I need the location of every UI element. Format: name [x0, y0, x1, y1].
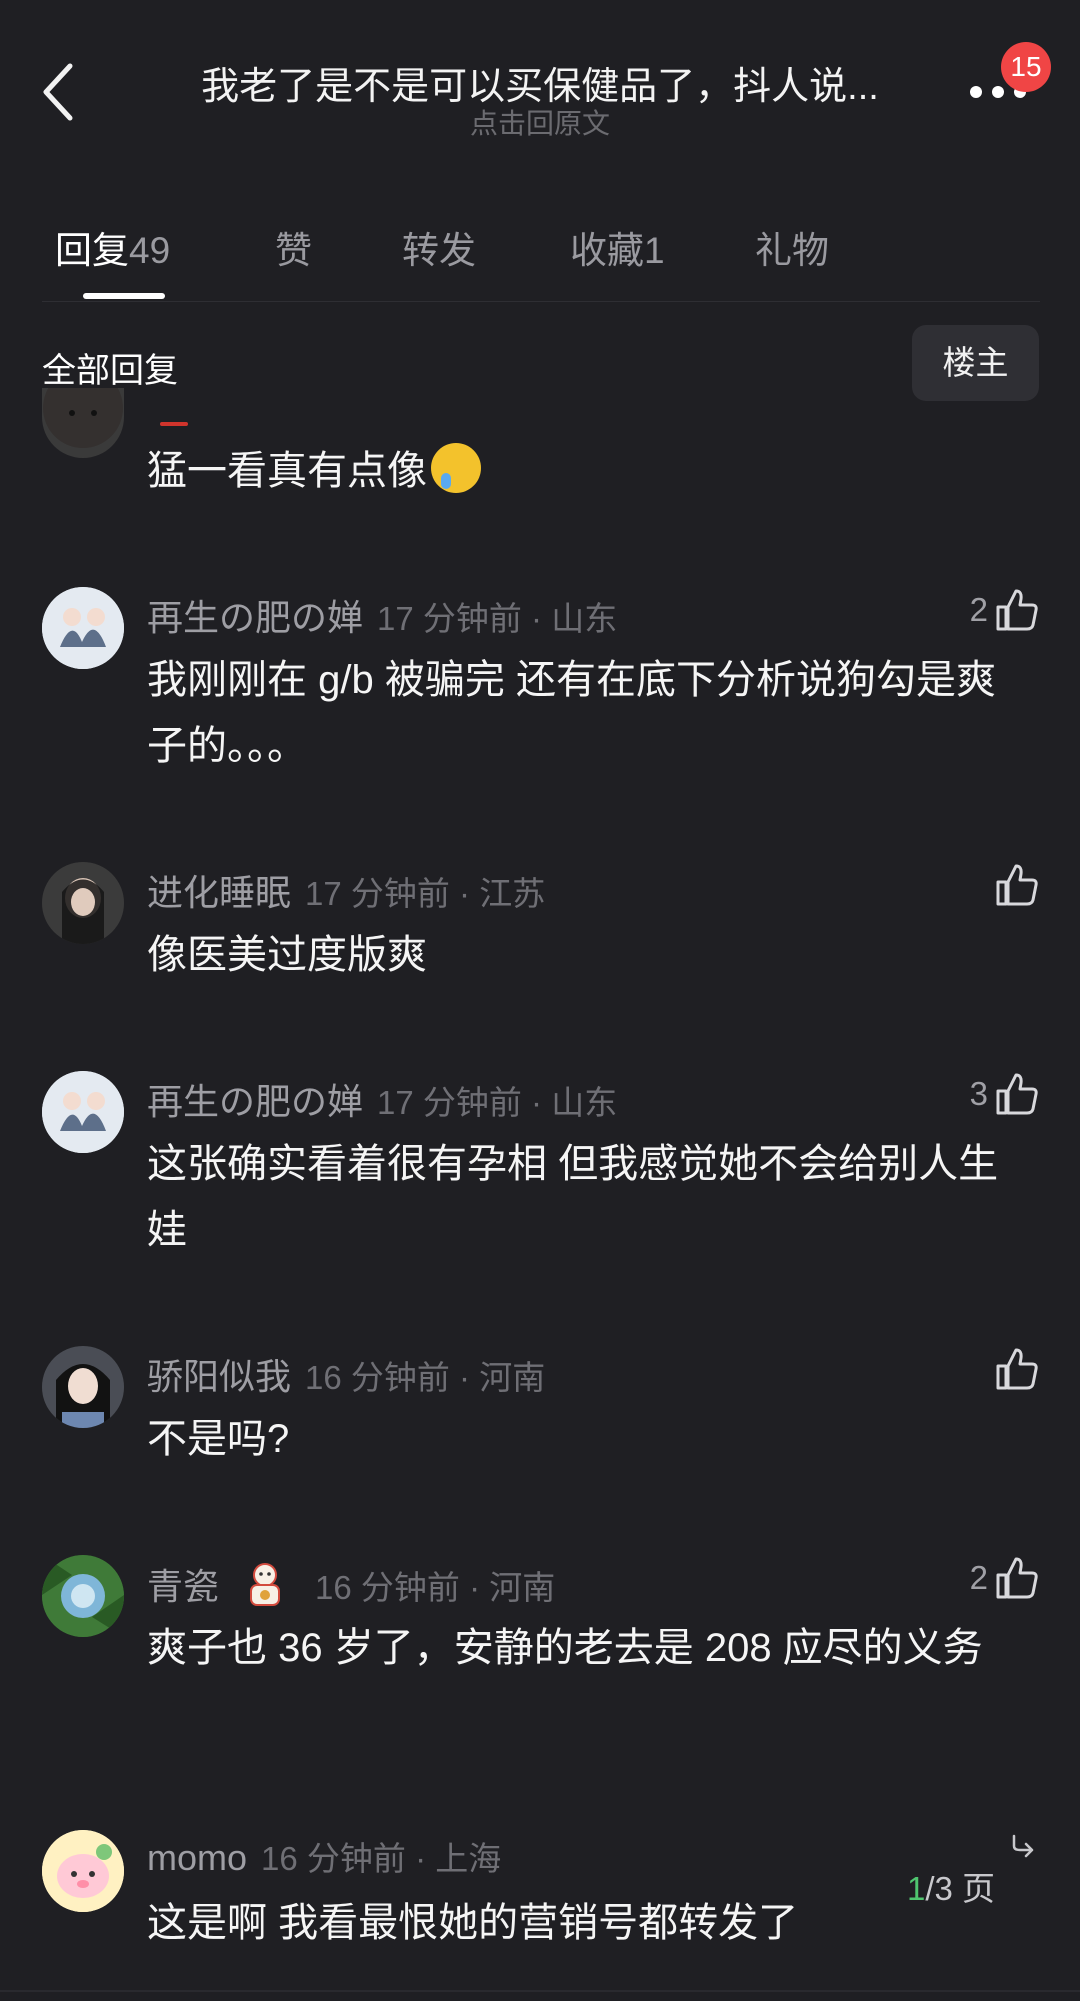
avatar[interactable]	[42, 1555, 124, 1637]
avatar[interactable]	[42, 1830, 124, 1912]
comment-meta: 16 分钟前 · 上海	[261, 1840, 502, 1877]
comment-text: 不是吗?	[147, 1417, 290, 1461]
comment-author-line: 青瓷 16 分钟前 · 河南	[147, 1557, 555, 1610]
like-button[interactable]: 2	[970, 1553, 1040, 1603]
tab-label: 赞	[275, 230, 312, 271]
comment-text: 像医美过度版爽	[147, 933, 427, 977]
comment-meta: 17 分钟前 · 山东	[377, 1084, 618, 1121]
comment-meta: 16 分钟前 · 河南	[305, 1359, 546, 1396]
thumbs-up-icon	[996, 864, 1038, 906]
tab-reposts[interactable]: 转发	[402, 220, 476, 274]
like-button[interactable]	[994, 1344, 1040, 1394]
tab-favorites[interactable]: 收藏1	[570, 220, 665, 274]
tab-label: 转发	[402, 230, 476, 271]
username[interactable]: 青瓷	[147, 1566, 219, 1607]
username[interactable]: 再生の肥の婵	[147, 597, 363, 638]
username[interactable]: 再生の肥の婵	[147, 1081, 363, 1122]
thumbs-up-icon	[996, 589, 1038, 631]
comment-meta: 17 分钟前 · 江苏	[305, 875, 546, 912]
active-tab-indicator	[83, 293, 165, 299]
notification-badge: 15	[1001, 42, 1051, 92]
comment-text: 这是啊 我看最恨她的营销号都转发了	[147, 1901, 799, 1945]
comment-meta: 17 分钟前 · 山东	[377, 600, 618, 637]
tab-count: 49	[129, 230, 171, 271]
comment-text: 爽子也 36 岁了，安静的老去是 208 应尽的义务	[147, 1626, 983, 1670]
tab-gifts[interactable]: 礼物	[755, 220, 829, 274]
like-button[interactable]: 2	[970, 585, 1040, 635]
comment-author-line: 进化睡眠 17 分钟前 · 江苏	[147, 864, 545, 916]
comment-text: 我刚刚在 g/b 被骗完 还有在底下分析说狗勾是爽子的。。。	[147, 658, 996, 768]
comment-author-line: 骄阳似我 16 分钟前 · 河南	[147, 1348, 545, 1400]
all-replies-label: 全部回复	[42, 352, 178, 390]
tab-replies[interactable]: 回复49	[55, 220, 170, 274]
reply-arrow-icon[interactable]	[1008, 1832, 1038, 1862]
thumbs-up-icon	[996, 1348, 1038, 1390]
avatar[interactable]	[42, 388, 124, 458]
comment-text: 猛一看真有点像	[147, 438, 1027, 504]
owner-only-button[interactable]: 楼主	[912, 325, 1039, 401]
tab-likes[interactable]: 赞	[275, 220, 312, 274]
comment-meta: 16 分钟前 · 河南	[315, 1569, 556, 1606]
divider	[0, 1990, 1080, 1992]
cartoon-badge-icon	[250, 1563, 281, 1606]
like-button[interactable]	[994, 860, 1040, 910]
like-count: 2	[969, 1559, 988, 1596]
username[interactable]: 骄阳似我	[147, 1356, 291, 1397]
back-to-original-link[interactable]: 点击回原文	[150, 102, 930, 142]
like-button[interactable]: 3	[970, 1069, 1040, 1119]
thumbs-up-icon	[996, 1073, 1038, 1115]
comment-text: 这张确实看着很有孕相 但我感觉她不会给别人生娃	[147, 1142, 999, 1252]
red-badge-fragment	[160, 422, 188, 426]
tab-label: 回复	[55, 230, 129, 271]
tab-label: 收藏	[570, 230, 644, 271]
divider	[42, 301, 1040, 302]
back-arrow-icon[interactable]	[40, 62, 80, 122]
avatar[interactable]	[42, 587, 124, 669]
tab-count: 1	[644, 230, 665, 271]
top-bar: 我老了是不是可以买保健品了，抖人说... 点击回原文 15	[0, 0, 1080, 150]
tab-bar: 回复49 赞 转发 收藏1 礼物	[0, 210, 1080, 300]
thumbs-up-icon	[996, 1557, 1038, 1599]
avatar[interactable]	[42, 1071, 124, 1153]
avatar[interactable]	[42, 862, 124, 944]
crying-face-icon	[431, 443, 481, 493]
username[interactable]: momo	[147, 1837, 247, 1878]
like-count: 3	[969, 1075, 988, 1112]
comment-author-line: momo 16 分钟前 · 上海	[147, 1832, 501, 1880]
username[interactable]: 进化睡眠	[147, 872, 291, 913]
tab-label: 礼物	[755, 230, 829, 271]
comment-author-line: 再生の肥の婵 17 分钟前 · 山东	[147, 1073, 617, 1125]
avatar[interactable]	[42, 1346, 124, 1428]
like-count: 2	[969, 591, 988, 628]
comment-author-line: 再生の肥の婵 17 分钟前 · 山东	[147, 589, 617, 641]
comment-text-content: 猛一看真有点像	[147, 449, 427, 493]
